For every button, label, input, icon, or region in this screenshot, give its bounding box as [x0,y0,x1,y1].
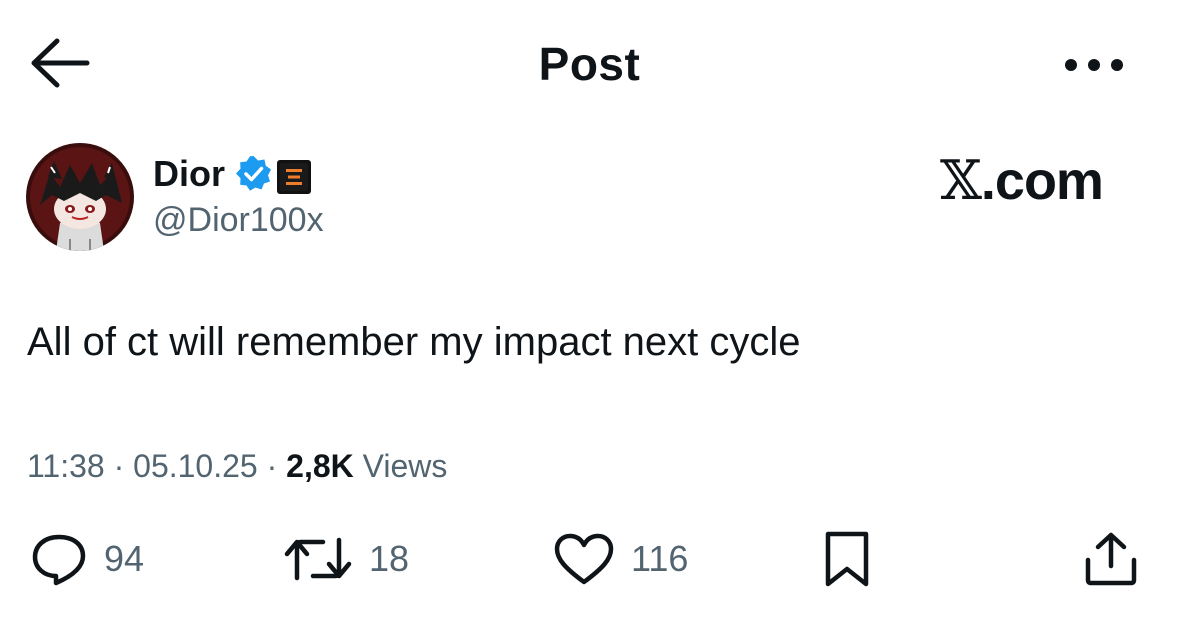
arrow-left-icon [31,38,90,88]
author-handle[interactable]: @Dior100x [153,198,324,242]
reply-icon [32,534,86,586]
meta-separator: · [113,448,125,484]
avatar-image [26,143,134,251]
reply-count: 94 [104,538,145,579]
post-text: All of ct will remember my impact next c… [27,320,801,364]
display-name[interactable]: Dior [153,152,225,196]
share-icon [1085,532,1137,586]
like-button[interactable]: 116 [553,530,688,588]
bookmark-icon [825,531,869,587]
heart-icon [554,533,614,585]
repost-button[interactable]: 18 [283,530,409,588]
more-horizontal-icon [1065,59,1123,71]
watermark-x-glyph: 𝕏 [940,149,982,212]
page-title: Post [538,38,641,90]
post-meta: 11:38 · 05.10.25 · 2,8K Views [27,446,447,486]
post-date[interactable]: 05.10.25 [133,448,258,484]
post-time[interactable]: 11:38 [27,448,105,484]
affiliation-badge-icon[interactable] [276,159,312,195]
reply-button[interactable]: 94 [30,530,144,588]
meta-separator: · [266,448,278,484]
repost-icon [284,537,352,581]
views-label: Views [362,448,448,484]
verified-badge-icon [235,155,272,192]
bookmark-button[interactable] [822,530,872,588]
repost-count: 18 [369,538,410,579]
avatar[interactable] [26,143,134,251]
watermark: 𝕏.com [940,149,1104,212]
watermark-text: .com [980,151,1104,211]
views-count: 2,8K [286,448,354,484]
back-button[interactable] [30,36,92,90]
more-options-button[interactable] [1060,50,1128,80]
share-button[interactable] [1080,530,1142,588]
like-count: 116 [631,538,689,579]
